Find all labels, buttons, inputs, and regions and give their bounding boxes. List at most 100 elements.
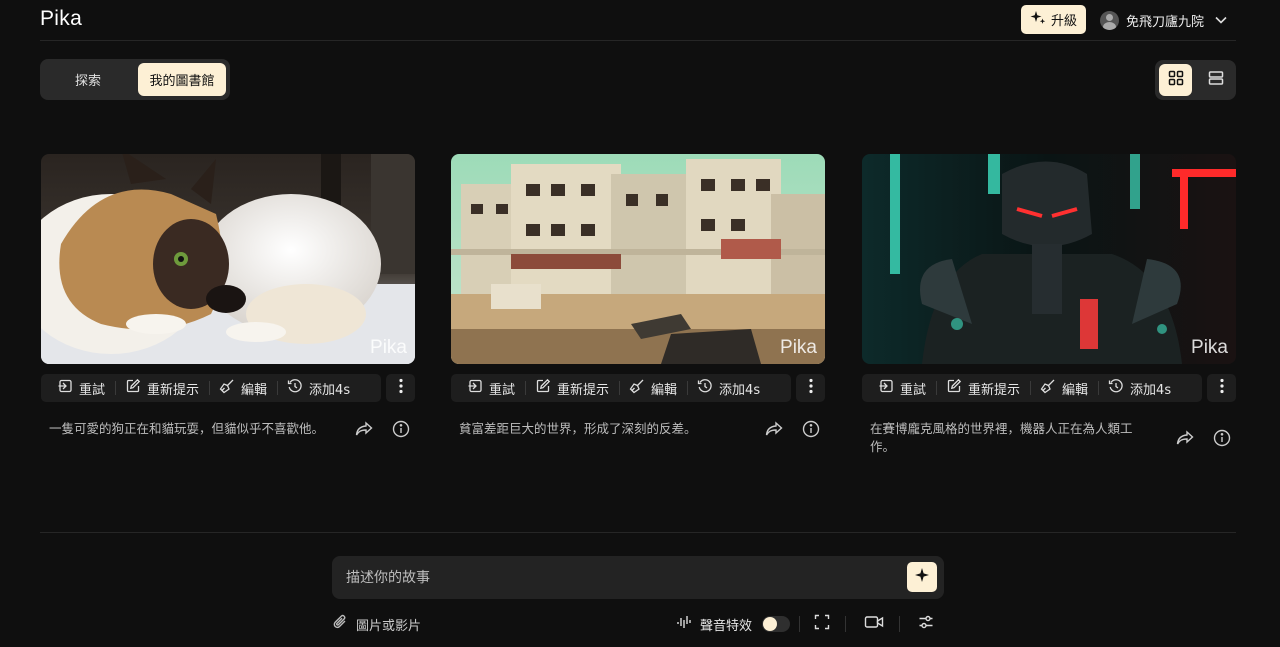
more-vertical-icon	[398, 378, 403, 398]
retry-button[interactable]: 重試	[41, 374, 115, 402]
video-thumbnail-cyberpunk-robot[interactable]: Pika	[862, 154, 1236, 364]
more-options-button[interactable]	[796, 374, 825, 402]
share-icon[interactable]	[764, 419, 784, 439]
bottom-divider	[40, 532, 1236, 533]
retry-label: 重試	[900, 382, 927, 398]
add-time-label: 添加4s	[1130, 382, 1172, 398]
edit-button[interactable]: 編輯	[1030, 374, 1098, 402]
tab-my-library[interactable]: 我的圖書館	[138, 63, 226, 96]
retry-icon	[878, 378, 894, 398]
video-thumbnail-dog-cat[interactable]: Pika	[41, 154, 415, 364]
toolbar-separator	[799, 616, 800, 632]
username: 免飛刀廬九院	[1126, 14, 1205, 30]
settings-button[interactable]	[916, 614, 936, 634]
list-view-button[interactable]	[1199, 64, 1232, 96]
info-icon[interactable]	[391, 419, 411, 439]
add-time-label: 添加4s	[719, 382, 761, 398]
timer-add-icon	[697, 378, 713, 398]
library-tabs: 探索 我的圖書館	[40, 59, 230, 100]
pika-watermark: Pika	[1191, 337, 1228, 358]
view-mode-toggle	[1155, 60, 1236, 100]
pika-watermark: Pika	[370, 337, 407, 358]
more-vertical-icon	[1219, 378, 1224, 398]
paperclip-icon	[332, 613, 348, 635]
reprompt-label: 重新提示	[968, 382, 1021, 398]
grid-icon	[1168, 70, 1184, 90]
retry-icon	[467, 378, 483, 398]
more-options-button[interactable]	[386, 374, 415, 402]
video-card: Pika 重試 重新提示 編輯 添加4s 在賽博龐克風格的世界裡，機器人正在為人…	[862, 154, 1236, 454]
top-header: Pika 升級 免飛刀廬九院	[40, 0, 1236, 41]
user-menu[interactable]: 免飛刀廬九院	[1100, 9, 1227, 31]
video-description: 貧富差距巨大的世界，形成了深刻的反差。	[459, 421, 697, 436]
reprompt-button[interactable]: 重新提示	[936, 374, 1030, 402]
aspect-ratio-button[interactable]	[812, 614, 832, 634]
chevron-down-icon	[1215, 13, 1227, 28]
edit-button[interactable]: 編輯	[619, 374, 687, 402]
info-icon[interactable]	[1212, 428, 1232, 448]
attach-label: 圖片或影片	[356, 618, 422, 634]
timer-add-icon	[1108, 378, 1124, 398]
add-time-button[interactable]: 添加4s	[1098, 374, 1181, 402]
brush-icon	[1040, 378, 1056, 398]
edit-label: 編輯	[241, 382, 268, 398]
retry-label: 重試	[489, 382, 516, 398]
tab-explore[interactable]: 探索	[44, 63, 132, 96]
info-icon[interactable]	[801, 419, 821, 439]
attach-media-button[interactable]: 圖片或影片	[332, 614, 421, 634]
card-action-bar: 重試 重新提示 編輯 添加4s	[451, 374, 825, 402]
sparkle-icon	[1030, 10, 1046, 30]
card-action-bar: 重試 重新提示 編輯 添加4s	[41, 374, 415, 402]
add-time-button[interactable]: 添加4s	[277, 374, 360, 402]
video-card: Pika 重試 重新提示 編輯 添加4s 貧富差距巨大的世界，形成了深刻的反差。	[451, 154, 825, 438]
reprompt-label: 重新提示	[147, 382, 200, 398]
toolbar-separator	[899, 616, 900, 632]
brush-icon	[219, 378, 235, 398]
pika-watermark: Pika	[780, 337, 817, 358]
sound-effects-label: 聲音特效	[700, 618, 753, 634]
generate-button[interactable]	[907, 562, 937, 592]
edit-button[interactable]: 編輯	[209, 374, 277, 402]
sliders-icon	[918, 614, 934, 634]
edit-square-icon	[535, 378, 551, 398]
add-time-button[interactable]: 添加4s	[687, 374, 770, 402]
edit-label: 編輯	[651, 382, 678, 398]
list-icon	[1208, 70, 1224, 90]
pika-logo[interactable]: Pika	[40, 7, 82, 31]
retry-label: 重試	[79, 382, 106, 398]
fullscreen-icon	[814, 614, 830, 634]
sound-effects-toggle[interactable]	[762, 616, 791, 632]
avatar	[1100, 10, 1119, 30]
upgrade-button[interactable]: 升級	[1021, 5, 1086, 34]
video-camera-icon	[864, 614, 884, 634]
more-options-button[interactable]	[1207, 374, 1236, 402]
more-vertical-icon	[808, 378, 813, 398]
sound-effects-control: 聲音特效	[676, 614, 791, 634]
card-action-bar: 重試 重新提示 編輯 添加4s	[862, 374, 1236, 402]
reprompt-button[interactable]: 重新提示	[115, 374, 209, 402]
reprompt-label: 重新提示	[557, 382, 610, 398]
video-thumbnail-slum-city[interactable]: Pika	[451, 154, 825, 364]
sparkle-icon	[914, 567, 930, 587]
reprompt-button[interactable]: 重新提示	[525, 374, 619, 402]
grid-view-button[interactable]	[1159, 64, 1192, 96]
video-description: 一隻可愛的狗正在和貓玩耍，但貓似乎不喜歡他。	[49, 421, 325, 436]
share-icon[interactable]	[1175, 428, 1195, 448]
edit-square-icon	[946, 378, 962, 398]
video-card: Pika 重試 重新提示 編輯 添加4s 一隻可愛的狗正在和貓玩耍，但貓似乎不喜…	[41, 154, 415, 438]
camera-control-button[interactable]	[864, 614, 884, 634]
toolbar-separator	[845, 616, 846, 632]
edit-square-icon	[125, 378, 141, 398]
timer-add-icon	[287, 378, 303, 398]
share-icon[interactable]	[354, 419, 374, 439]
upgrade-label: 升級	[1050, 14, 1077, 29]
retry-button[interactable]: 重試	[451, 374, 525, 402]
prompt-box	[332, 556, 944, 599]
add-time-label: 添加4s	[309, 382, 351, 398]
prompt-input[interactable]	[346, 556, 896, 599]
retry-icon	[57, 378, 73, 398]
edit-label: 編輯	[1062, 382, 1089, 398]
brush-icon	[629, 378, 645, 398]
video-description: 在賽博龐克風格的世界裡，機器人正在為人類工作。	[870, 421, 1133, 454]
retry-button[interactable]: 重試	[862, 374, 936, 402]
